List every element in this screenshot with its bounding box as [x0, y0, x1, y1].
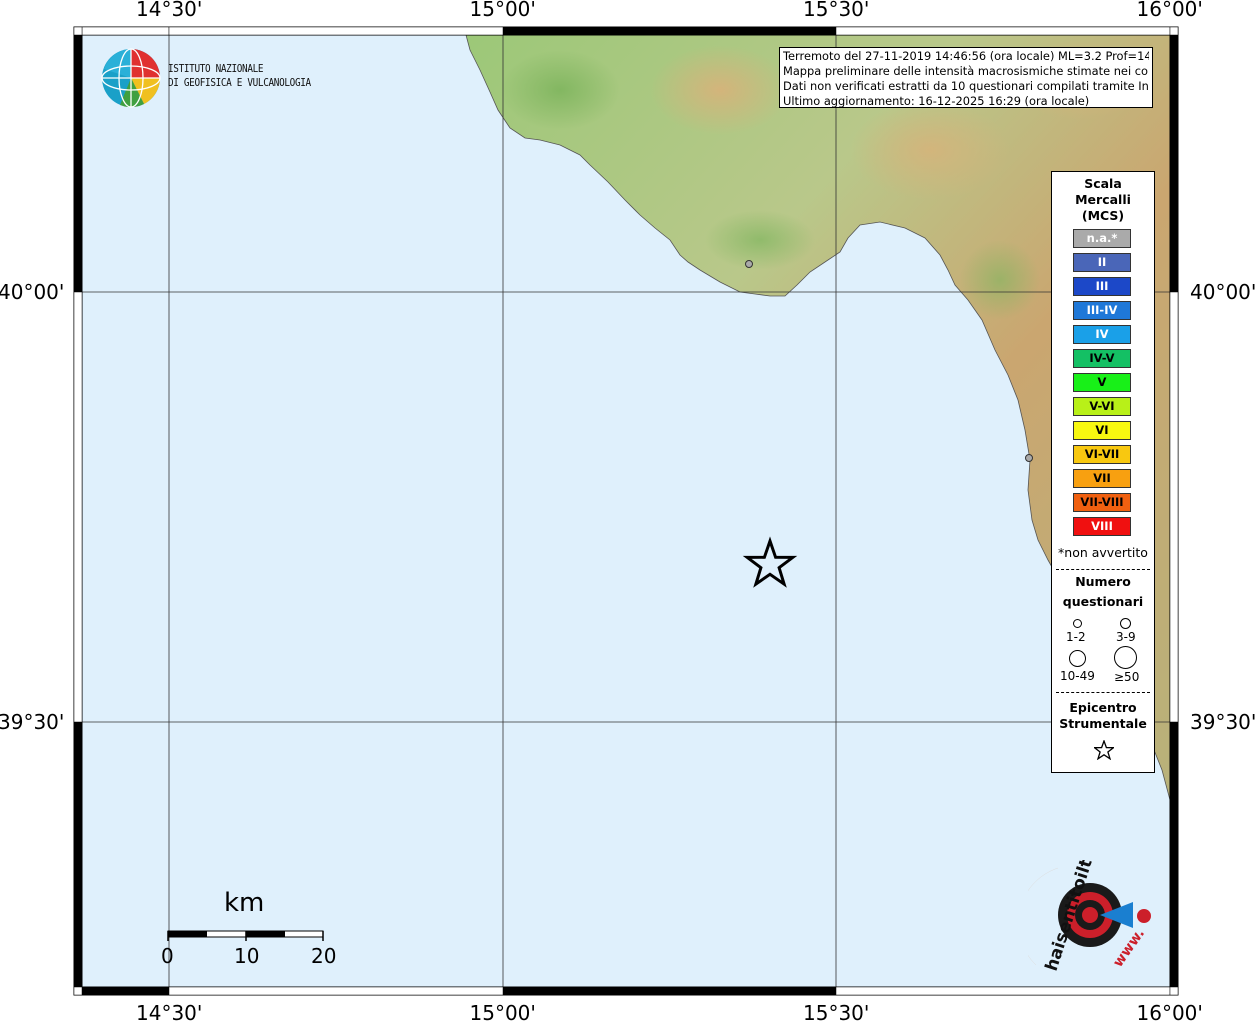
hsit-logo-graphic: haisentitoilterremoto.it www. — [1017, 752, 1151, 974]
intensity-swatch: II — [1073, 253, 1131, 272]
longitude-label-bottom: 15°00' — [469, 1001, 536, 1025]
scale-label: 0 — [161, 944, 174, 968]
count-title: Numero — [1075, 574, 1131, 589]
count-circle-small-icon — [1073, 619, 1082, 628]
globe-icon — [101, 48, 161, 108]
event-info-line: Dati non verificati estratti da 10 quest… — [783, 79, 1149, 93]
intensity-swatch: III — [1073, 277, 1131, 296]
longitude-label-top: 14°30' — [136, 0, 203, 21]
intensity-legend: Scala Mercalli (MCS) n.a.* II III III-IV IV I… — [1051, 171, 1155, 773]
intensity-swatch: VII-VIII — [1073, 493, 1131, 512]
event-info-line: Mappa preliminare delle intensità macros… — [783, 64, 1149, 78]
count-circle-medium-icon — [1120, 618, 1131, 629]
longitude-label-top: 15°30' — [803, 0, 870, 21]
legend-title-line: (MCS) — [1081, 208, 1125, 223]
longitude-label-top: 16°00' — [1136, 0, 1203, 21]
locality-marker — [745, 260, 753, 268]
scale-unit: km — [224, 888, 265, 918]
count-label: 1-2 — [1066, 630, 1086, 644]
longitude-label-bottom: 14°30' — [136, 1001, 203, 1025]
intensity-swatch: n.a.* — [1073, 229, 1131, 248]
intensity-swatch: VI — [1073, 421, 1131, 440]
epicenter-title: Epicentro — [1069, 700, 1137, 715]
intensity-swatch: III-IV — [1073, 301, 1131, 320]
latitude-label-left: 40°00' — [0, 280, 65, 304]
legend-note: *non avvertito — [1058, 545, 1148, 560]
longitude-label-bottom: 16°00' — [1136, 1001, 1203, 1025]
legend-title-line: Scala — [1084, 176, 1122, 191]
event-info-box: Terremoto del 27-11-2019 14:46:56 (ora l… — [779, 47, 1153, 108]
count-label: 10-49 — [1060, 669, 1095, 683]
intensity-swatch: V — [1073, 373, 1131, 392]
legend-title: Scala Mercalli (MCS) — [1052, 176, 1154, 224]
scale-label: 10 — [234, 944, 260, 968]
ingv-name: ISTITUTO NAZIONALE DI GEOFISICA E VULCAN… — [168, 62, 311, 90]
latitude-label-right: 39°30' — [1190, 710, 1255, 734]
intensity-swatch: V-VI — [1073, 397, 1131, 416]
longitude-label-bottom: 15°30' — [803, 1001, 870, 1025]
legend-title-line: Mercalli — [1075, 192, 1131, 207]
count-circle-large-icon — [1069, 650, 1086, 667]
legend-divider — [1056, 569, 1150, 570]
locality-marker — [1025, 454, 1033, 462]
legend-divider — [1056, 692, 1150, 693]
count-label: 3-9 — [1116, 630, 1136, 644]
latitude-label-left: 39°30' — [0, 710, 65, 734]
ingv-name-line2: DI GEOFISICA E VULCANOLOGIA — [168, 76, 311, 89]
epicenter-subtitle: Strumentale — [1059, 716, 1147, 731]
scale-label: 20 — [311, 944, 337, 968]
ingv-logo — [100, 47, 164, 115]
count-label: ≥50 — [1114, 670, 1140, 684]
count-subtitle: questionari — [1062, 594, 1144, 609]
intensity-swatch: IV — [1073, 325, 1131, 344]
epicenter-legend-star-icon — [1094, 740, 1114, 760]
count-circle-xlarge-icon — [1114, 646, 1137, 669]
intensity-swatch: VII — [1073, 469, 1131, 488]
hsit-logo: haisentitoilterremoto.it www. — [1017, 752, 1158, 979]
intensity-swatch: VIII — [1073, 517, 1131, 536]
latitude-label-right: 40°00' — [1190, 280, 1255, 304]
intensity-swatch: VI-VII — [1073, 445, 1131, 464]
longitude-label-top: 15°00' — [469, 0, 536, 21]
event-info-line: Terremoto del 27-11-2019 14:46:56 (ora l… — [783, 49, 1149, 63]
intensity-swatch: IV-V — [1073, 349, 1131, 368]
event-info-line: Ultimo aggiornamento: 16-12-2025 16:29 (… — [783, 94, 1090, 108]
ingv-name-line1: ISTITUTO NAZIONALE — [168, 62, 264, 75]
